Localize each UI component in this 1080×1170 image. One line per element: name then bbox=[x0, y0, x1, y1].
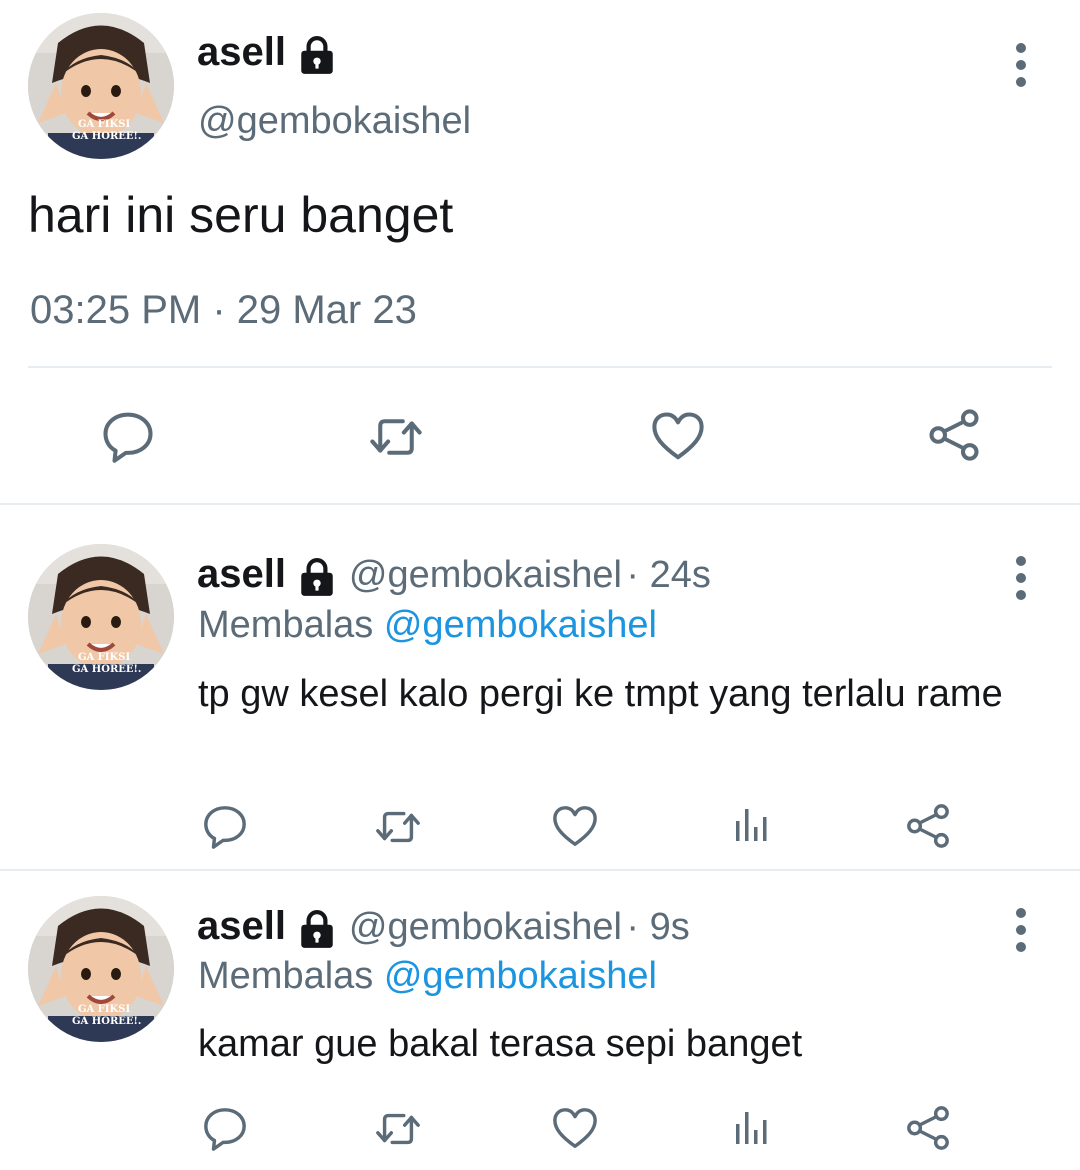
tweet-text: tp gw kesel kalo pergi ke tmpt yang terl… bbox=[198, 673, 1003, 715]
like-icon[interactable] bbox=[552, 1106, 598, 1152]
lock-icon bbox=[296, 35, 338, 77]
replying-mention[interactable]: @gembokaishel bbox=[384, 604, 657, 646]
author-line: asell @gembokaishel · 24s bbox=[197, 552, 711, 599]
divider bbox=[28, 366, 1052, 368]
retweet-icon[interactable] bbox=[369, 410, 423, 464]
avatar-caption-line1: GA FIKSI bbox=[78, 652, 131, 663]
handle[interactable]: @gembokaishel bbox=[198, 100, 471, 143]
avatar-caption: GA FIKSI GA HOREE!. bbox=[28, 119, 174, 143]
replying-label: Membalas bbox=[198, 955, 374, 997]
avatar-caption: GA FIKSI GA HOREE!. bbox=[28, 652, 174, 676]
reply-icon[interactable] bbox=[101, 409, 155, 463]
section-divider bbox=[0, 869, 1080, 871]
more-options-icon[interactable] bbox=[1013, 553, 1029, 603]
replying-to: Membalas @gembokaishel bbox=[198, 955, 657, 998]
like-icon[interactable] bbox=[552, 804, 598, 850]
lock-icon bbox=[296, 909, 338, 951]
display-name[interactable]: asell bbox=[197, 30, 286, 74]
replying-to: Membalas @gembokaishel bbox=[198, 604, 657, 647]
avatar-caption-line2: GA HOREE!. bbox=[72, 131, 142, 142]
tweet-timestamp: 03:25 PM · 29 Mar 23 bbox=[30, 288, 417, 332]
reply-icon[interactable] bbox=[202, 1105, 248, 1151]
avatar-caption-line1: GA FIKSI bbox=[78, 1004, 131, 1015]
replying-mention[interactable]: @gembokaishel bbox=[384, 955, 657, 997]
tweet-age: · 24s bbox=[626, 554, 711, 596]
share-icon[interactable] bbox=[905, 803, 951, 849]
tweet-text: kamar gue bakal terasa sepi banget bbox=[198, 1023, 803, 1065]
display-name[interactable]: asell bbox=[197, 552, 286, 596]
author-line: asell @gembokaishel · 9s bbox=[197, 904, 690, 951]
share-icon[interactable] bbox=[905, 1105, 951, 1151]
share-icon[interactable] bbox=[927, 408, 981, 462]
analytics-icon[interactable] bbox=[732, 805, 772, 845]
retweet-icon[interactable] bbox=[375, 804, 421, 850]
avatar[interactable]: GA FIKSI GA HOREE!. bbox=[28, 13, 174, 159]
avatar[interactable]: GA FIKSI GA HOREE!. bbox=[28, 544, 174, 690]
retweet-icon[interactable] bbox=[375, 1106, 421, 1152]
author-line: asell bbox=[197, 30, 338, 77]
like-icon[interactable] bbox=[651, 410, 705, 464]
avatar-caption: GA FIKSI GA HOREE!. bbox=[28, 1004, 174, 1028]
analytics-icon[interactable] bbox=[732, 1108, 772, 1148]
tweet-text: hari ini seru banget bbox=[28, 187, 454, 243]
tweet-age: · 9s bbox=[626, 906, 690, 948]
more-options-icon[interactable] bbox=[1013, 905, 1029, 955]
avatar-caption-line2: GA HOREE!. bbox=[72, 1016, 142, 1027]
section-divider bbox=[0, 503, 1080, 505]
avatar-caption-line2: GA HOREE!. bbox=[72, 664, 142, 675]
more-options-icon[interactable] bbox=[1013, 40, 1029, 90]
handle[interactable]: @gembokaishel bbox=[349, 906, 622, 948]
avatar-caption-line1: GA FIKSI bbox=[78, 119, 131, 130]
replying-label: Membalas bbox=[198, 604, 374, 646]
reply-icon[interactable] bbox=[202, 803, 248, 849]
display-name[interactable]: asell bbox=[197, 904, 286, 948]
avatar[interactable]: GA FIKSI GA HOREE!. bbox=[28, 896, 174, 1042]
handle[interactable]: @gembokaishel bbox=[349, 554, 622, 596]
lock-icon bbox=[296, 557, 338, 599]
